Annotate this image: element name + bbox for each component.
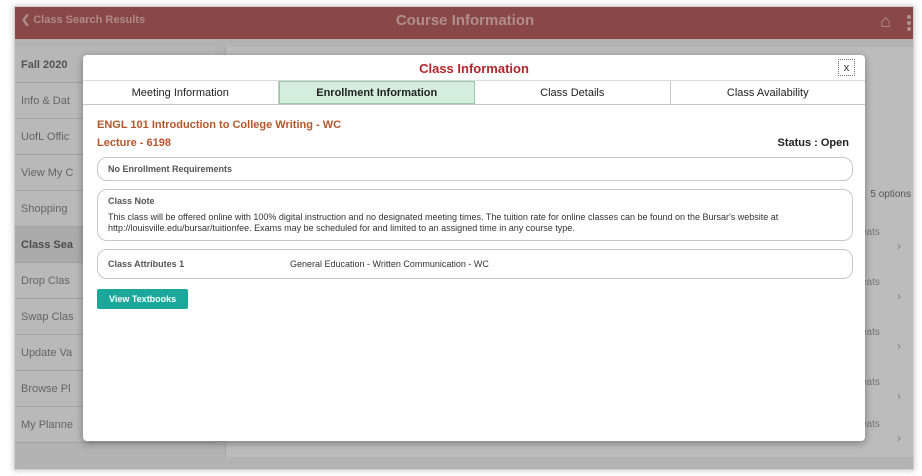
- class-attributes-box: Class Attributes 1 General Education - W…: [97, 249, 853, 279]
- view-textbooks-button[interactable]: View Textbooks: [97, 289, 189, 309]
- tab-enrollment-information[interactable]: Enrollment Information: [278, 81, 475, 104]
- dialog-header: Class Information x: [83, 55, 865, 81]
- close-icon: x: [843, 61, 850, 74]
- enrollment-requirements-box: No Enrollment Requirements: [97, 157, 853, 181]
- course-title: ENGL 101 Introduction to College Writing…: [97, 119, 342, 131]
- class-note-box: Class Note This class will be offered on…: [97, 189, 853, 241]
- class-note-text: This class will be offered online with 1…: [108, 212, 779, 233]
- class-attributes-label: Class Attributes 1: [108, 259, 185, 269]
- dialog-title: Class Information: [419, 61, 529, 76]
- tab-meeting-information[interactable]: Meeting Information: [83, 81, 279, 104]
- tab-class-availability[interactable]: Class Availability: [670, 81, 865, 104]
- tab-class-details[interactable]: Class Details: [475, 81, 671, 104]
- dialog-tabs: Meeting Information Enrollment Informati…: [83, 81, 865, 105]
- class-attributes-value: General Education - Written Communicatio…: [290, 259, 489, 269]
- app-frame: ❮ Class Search Results Course Informatio…: [14, 6, 914, 470]
- dialog-content: ENGL 101 Introduction to College Writing…: [83, 105, 865, 309]
- section-label: Lecture - 6198: [97, 137, 171, 149]
- status-label: Status : Open: [777, 137, 849, 149]
- close-button[interactable]: x: [838, 59, 855, 76]
- class-information-dialog: Class Information x Meeting Information …: [83, 55, 865, 441]
- enrollment-requirements-text: No Enrollment Requirements: [108, 164, 233, 174]
- class-note-title: Class Note: [108, 196, 155, 206]
